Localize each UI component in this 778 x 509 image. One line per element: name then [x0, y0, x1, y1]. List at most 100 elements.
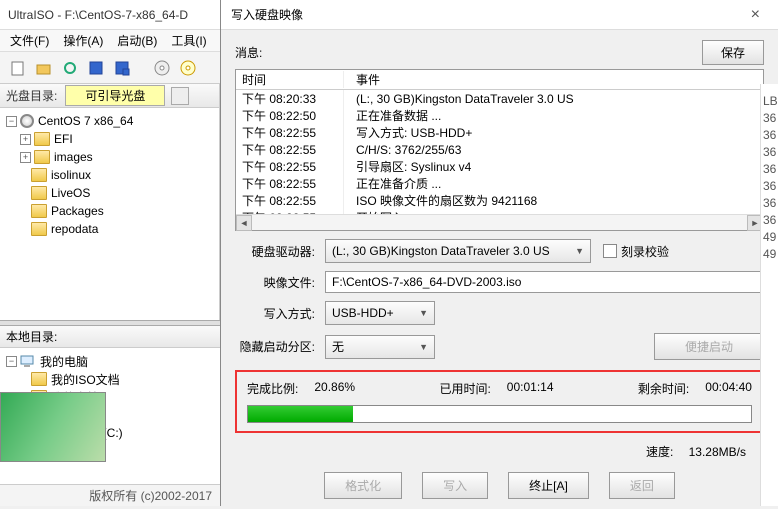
strip-value: 36 [761, 213, 778, 230]
strip-value: LB [761, 94, 778, 111]
refresh-icon[interactable] [60, 58, 80, 78]
log-time: 下午 08:22:55 [236, 124, 344, 141]
log-row: 下午 08:22:55ISO 映像文件的扇区数为 9421168 [236, 192, 763, 209]
write-button[interactable]: 写入 [422, 472, 488, 499]
collapse-icon[interactable]: − [6, 356, 17, 367]
log-box[interactable]: 时间 事件 下午 08:20:33(L:, 30 GB)Kingston Dat… [235, 69, 764, 231]
save-button[interactable]: 保存 [702, 40, 764, 65]
folder-label: isolinux [51, 168, 91, 182]
tree-folder[interactable]: repodata [2, 220, 217, 238]
local-item-label: 我的ISO文档 [51, 371, 120, 388]
strip-value: 49 [761, 230, 778, 247]
tree-folder[interactable]: +EFI [2, 130, 217, 148]
strip-value: 36 [761, 111, 778, 128]
disc-dir-label: 光盘目录: [6, 87, 57, 104]
folder-icon [31, 168, 47, 182]
format-button[interactable]: 格式化 [324, 472, 402, 499]
strip-value: 49 [761, 247, 778, 264]
tree-root-label: CentOS 7 x86_64 [38, 114, 133, 128]
folder-icon [34, 132, 50, 146]
tree-folder[interactable]: LiveOS [2, 184, 217, 202]
complete-value: 20.86% [314, 380, 355, 397]
tree-folder[interactable]: Packages [2, 202, 217, 220]
dialog-title: 写入硬盘映像 [231, 6, 743, 23]
boot-type-button[interactable] [171, 87, 189, 105]
portable-boot-button[interactable]: 便捷启动 [654, 333, 764, 360]
copyright-text: 版权所有 (c)2002-2017 [89, 487, 212, 504]
disc-dir-header: 光盘目录: 可引导光盘 [0, 84, 219, 108]
log-row: 下午 08:20:33(L:, 30 GB)Kingston DataTrave… [236, 90, 763, 107]
local-tree[interactable]: − 我的电脑 我的ISO文档我的文档桌面+Windows(C:)+软件(D:) [0, 348, 220, 484]
write-mode-value: USB-HDD+ [332, 306, 394, 320]
log-header: 时间 事件 [236, 70, 763, 90]
remain-value: 00:04:40 [705, 380, 752, 397]
new-icon[interactable] [8, 58, 28, 78]
folder-icon [31, 372, 47, 386]
log-event: 写入方式: USB-HDD+ [344, 124, 472, 141]
local-root[interactable]: − 我的电脑 [2, 352, 218, 370]
disc-tree[interactable]: − CentOS 7 x86_64 +EFI+imagesisolinuxLiv… [0, 108, 219, 318]
expand-icon[interactable]: + [20, 134, 31, 145]
speed-value: 13.28MB/s [689, 445, 746, 459]
local-item[interactable]: 我的ISO文档 [2, 370, 218, 388]
log-event: C/H/S: 3762/255/63 [344, 143, 461, 157]
hidden-boot-select[interactable]: 无 ▼ [325, 335, 435, 359]
preview-thumbnail [0, 392, 106, 462]
tree-root[interactable]: − CentOS 7 x86_64 [2, 112, 217, 130]
image-path-field[interactable]: F:\CentOS-7-x86_64-DVD-2003.iso [325, 271, 764, 293]
burn-icon[interactable] [178, 58, 198, 78]
chevron-down-icon: ▼ [419, 342, 428, 352]
hidden-boot-label: 隐藏启动分区: [235, 338, 325, 355]
tree-folder[interactable]: isolinux [2, 166, 217, 184]
disc-icon [20, 114, 34, 128]
tree-folder[interactable]: + images [2, 148, 217, 166]
log-time: 下午 08:20:33 [236, 90, 344, 107]
local-root-label: 我的电脑 [40, 353, 88, 370]
elapsed-label: 已用时间: [439, 380, 490, 397]
image-label: 映像文件: [235, 274, 325, 291]
folder-label: images [54, 150, 93, 164]
image-path-value: F:\CentOS-7-x86_64-DVD-2003.iso [332, 275, 521, 289]
write-mode-label: 写入方式: [235, 305, 325, 322]
collapse-icon[interactable]: − [6, 116, 17, 127]
menu-boot[interactable]: 启动(B) [111, 30, 163, 51]
write-mode-select[interactable]: USB-HDD+ ▼ [325, 301, 435, 325]
abort-button[interactable]: 终止[A] [508, 472, 589, 499]
drive-select[interactable]: (L:, 30 GB)Kingston DataTraveler 3.0 US … [325, 239, 591, 263]
log-scrollbar[interactable]: ◄ ► [236, 214, 763, 230]
log-time: 下午 08:22:55 [236, 192, 344, 209]
log-event: 正在准备介质 ... [344, 175, 441, 192]
progress-bar [247, 405, 752, 423]
log-row: 下午 08:22:50正在准备数据 ... [236, 107, 763, 124]
folder-label: repodata [51, 222, 98, 236]
log-row: 下午 08:22:55C/H/S: 3762/255/63 [236, 141, 763, 158]
log-event: 引导扇区: Syslinux v4 [344, 158, 471, 175]
close-icon[interactable]: × [743, 6, 768, 24]
log-header-time: 时间 [236, 71, 344, 88]
strip-value: 36 [761, 179, 778, 196]
menu-file[interactable]: 文件(F) [4, 30, 55, 51]
folder-icon [31, 186, 47, 200]
scroll-left-icon[interactable]: ◄ [236, 215, 252, 231]
open-icon[interactable] [34, 58, 54, 78]
elapsed-value: 00:01:14 [507, 380, 554, 397]
local-dir-header: 本地目录: [0, 326, 220, 348]
boot-type-field[interactable]: 可引导光盘 [65, 85, 165, 106]
scroll-track[interactable] [252, 215, 747, 230]
log-header-event: 事件 [344, 71, 380, 88]
save-icon[interactable] [86, 58, 106, 78]
strip-value: 36 [761, 145, 778, 162]
strip-value: 36 [761, 162, 778, 179]
log-event: (L:, 30 GB)Kingston DataTraveler 3.0 US [344, 92, 574, 106]
disc-icon[interactable] [152, 58, 172, 78]
back-button[interactable]: 返回 [609, 472, 675, 499]
menu-action[interactable]: 操作(A) [57, 30, 109, 51]
write-disk-dialog: 写入硬盘映像 × 消息: 保存 时间 事件 下午 08:20:33(L:, 30… [220, 0, 778, 506]
verify-checkbox[interactable] [603, 244, 617, 258]
menu-tools[interactable]: 工具(I) [165, 30, 212, 51]
chevron-down-icon: ▼ [575, 246, 584, 256]
expand-icon[interactable]: + [20, 152, 31, 163]
saveas-icon[interactable] [112, 58, 132, 78]
log-event: 正在准备数据 ... [344, 107, 441, 124]
computer-icon [20, 354, 36, 368]
